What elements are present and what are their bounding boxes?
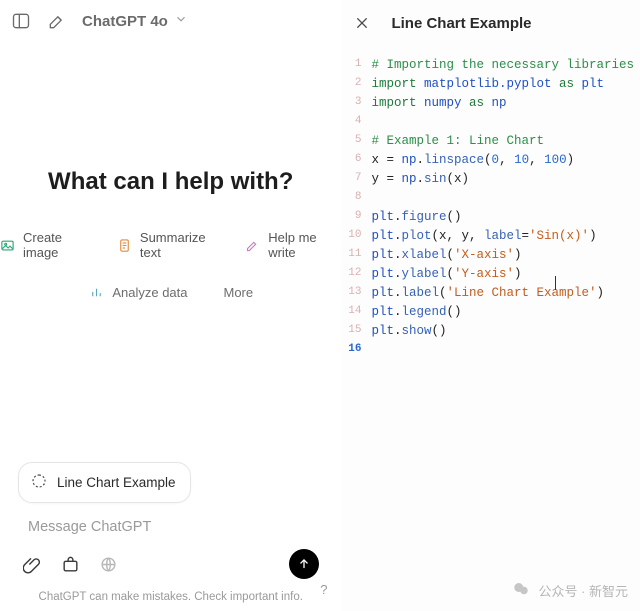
line-number: 12 <box>341 265 371 284</box>
code-line[interactable]: 15plt.show() <box>341 322 634 341</box>
line-number: 14 <box>341 303 371 322</box>
attach-icon[interactable] <box>22 554 42 574</box>
line-number: 10 <box>341 227 371 246</box>
composer-input[interactable]: Message ChatGPT <box>18 515 323 549</box>
suggestion-label: Analyze data <box>112 285 187 300</box>
code-line[interactable]: 7y = np.sin(x) <box>341 170 634 189</box>
chat-pane: ChatGPT 4o What can I help with? Create … <box>0 0 341 611</box>
code-line[interactable]: 8 <box>341 189 634 208</box>
globe-icon[interactable] <box>98 554 118 574</box>
image-icon <box>0 237 15 253</box>
code-line[interactable]: 6x = np.linspace(0, 10, 100) <box>341 151 634 170</box>
sidebar-toggle-icon[interactable] <box>10 10 32 32</box>
suggestion-help-me-write[interactable]: Help me write <box>245 230 341 260</box>
attachment-chip[interactable]: Line Chart Example <box>18 462 191 503</box>
code-line[interactable]: 13plt.label('Line Chart Example') <box>341 284 634 303</box>
suggestion-more[interactable]: More <box>224 284 254 300</box>
code-line-content: # Importing the necessary libraries <box>371 56 634 75</box>
chat-header: ChatGPT 4o <box>0 0 341 38</box>
code-line[interactable]: 4 <box>341 113 634 132</box>
suggestion-label: Summarize text <box>140 230 223 260</box>
code-line[interactable]: 1# Importing the necessary libraries <box>341 56 634 75</box>
code-line-content <box>371 189 634 208</box>
line-number: 9 <box>341 208 371 227</box>
suggestion-create-image[interactable]: Create image <box>0 230 95 260</box>
code-line-content: plt.xlabel('X-axis') <box>371 246 634 265</box>
canvas-pane: Line Chart Example 1# Importing the nece… <box>341 0 640 611</box>
code-line[interactable]: 10plt.plot(x, y, label='Sin(x)') <box>341 227 634 246</box>
code-line[interactable]: 11plt.xlabel('X-axis') <box>341 246 634 265</box>
line-number: 11 <box>341 246 371 265</box>
code-line-content: plt.ylabel('Y-axis') <box>371 265 634 284</box>
code-line-content: # Example 1: Line Chart <box>371 132 634 151</box>
page-headline: What can I help with? <box>48 168 293 196</box>
suggestion-row-2: Analyze data More <box>88 284 253 300</box>
composer-area: Line Chart Example Message ChatGPT ChatG… <box>0 462 341 611</box>
line-number: 16 <box>341 341 371 358</box>
code-line-content: import numpy as np <box>371 94 634 113</box>
code-line-content: plt.legend() <box>371 303 634 322</box>
composer-toolbar <box>18 549 323 579</box>
canvas-title: Line Chart Example <box>391 15 531 32</box>
code-line[interactable]: 16 <box>341 341 634 358</box>
app-root: ChatGPT 4o What can I help with? Create … <box>0 0 640 611</box>
code-bracket-icon <box>31 473 47 492</box>
code-line[interactable]: 9plt.figure() <box>341 208 634 227</box>
code-line-content: plt.label('Line Chart Example') <box>371 284 634 303</box>
close-icon[interactable] <box>351 12 373 34</box>
suggestion-summarize-text[interactable]: Summarize text <box>117 230 223 260</box>
disclaimer-text: ChatGPT can make mistakes. Check importa… <box>18 591 323 603</box>
code-line-content <box>371 113 634 132</box>
code-line-content <box>371 341 634 358</box>
chat-main: What can I help with? Create image Summa… <box>0 38 341 462</box>
line-number: 3 <box>341 94 371 113</box>
code-line-content: y = np.sin(x) <box>371 170 634 189</box>
code-line-content: x = np.linspace(0, 10, 100) <box>371 151 634 170</box>
code-line[interactable]: 3import numpy as np <box>341 94 634 113</box>
line-number: 1 <box>341 56 371 75</box>
suggestion-label: Help me write <box>268 230 341 260</box>
line-number: 15 <box>341 322 371 341</box>
model-selector[interactable]: ChatGPT 4o <box>82 12 188 30</box>
help-button[interactable]: ? <box>320 582 327 597</box>
chevron-down-icon <box>174 12 188 30</box>
send-button[interactable] <box>289 549 319 579</box>
line-number: 7 <box>341 170 371 189</box>
code-line[interactable]: 5# Example 1: Line Chart <box>341 132 634 151</box>
code-line[interactable]: 2import matplotlib.pyplot as plt <box>341 75 634 94</box>
chart-icon <box>88 284 104 300</box>
pencil-icon <box>245 237 260 253</box>
new-chat-icon[interactable] <box>46 10 68 32</box>
canvas-header: Line Chart Example <box>341 0 640 42</box>
suggestion-analyze-data[interactable]: Analyze data <box>88 284 187 300</box>
code-line-content: plt.plot(x, y, label='Sin(x)') <box>371 227 634 246</box>
code-line[interactable]: 12plt.ylabel('Y-axis') <box>341 265 634 284</box>
suggestion-label: Create image <box>23 230 95 260</box>
code-line-content: plt.figure() <box>371 208 634 227</box>
line-number: 13 <box>341 284 371 303</box>
suggestion-row-1: Create image Summarize text Help me writ… <box>0 230 341 260</box>
attachment-label: Line Chart Example <box>57 475 176 490</box>
suggestion-label: More <box>224 285 254 300</box>
line-number: 6 <box>341 151 371 170</box>
line-number: 5 <box>341 132 371 151</box>
code-line-content: plt.show() <box>371 322 634 341</box>
model-label: ChatGPT 4o <box>82 13 168 30</box>
text-cursor <box>555 276 556 290</box>
document-icon <box>117 237 132 253</box>
tools-icon[interactable] <box>60 554 80 574</box>
line-number: 8 <box>341 189 371 208</box>
line-number: 4 <box>341 113 371 132</box>
line-number: 2 <box>341 75 371 94</box>
code-line[interactable]: 14plt.legend() <box>341 303 634 322</box>
code-editor[interactable]: 1# Importing the necessary libraries2imp… <box>341 42 640 358</box>
code-line-content: import matplotlib.pyplot as plt <box>371 75 634 94</box>
